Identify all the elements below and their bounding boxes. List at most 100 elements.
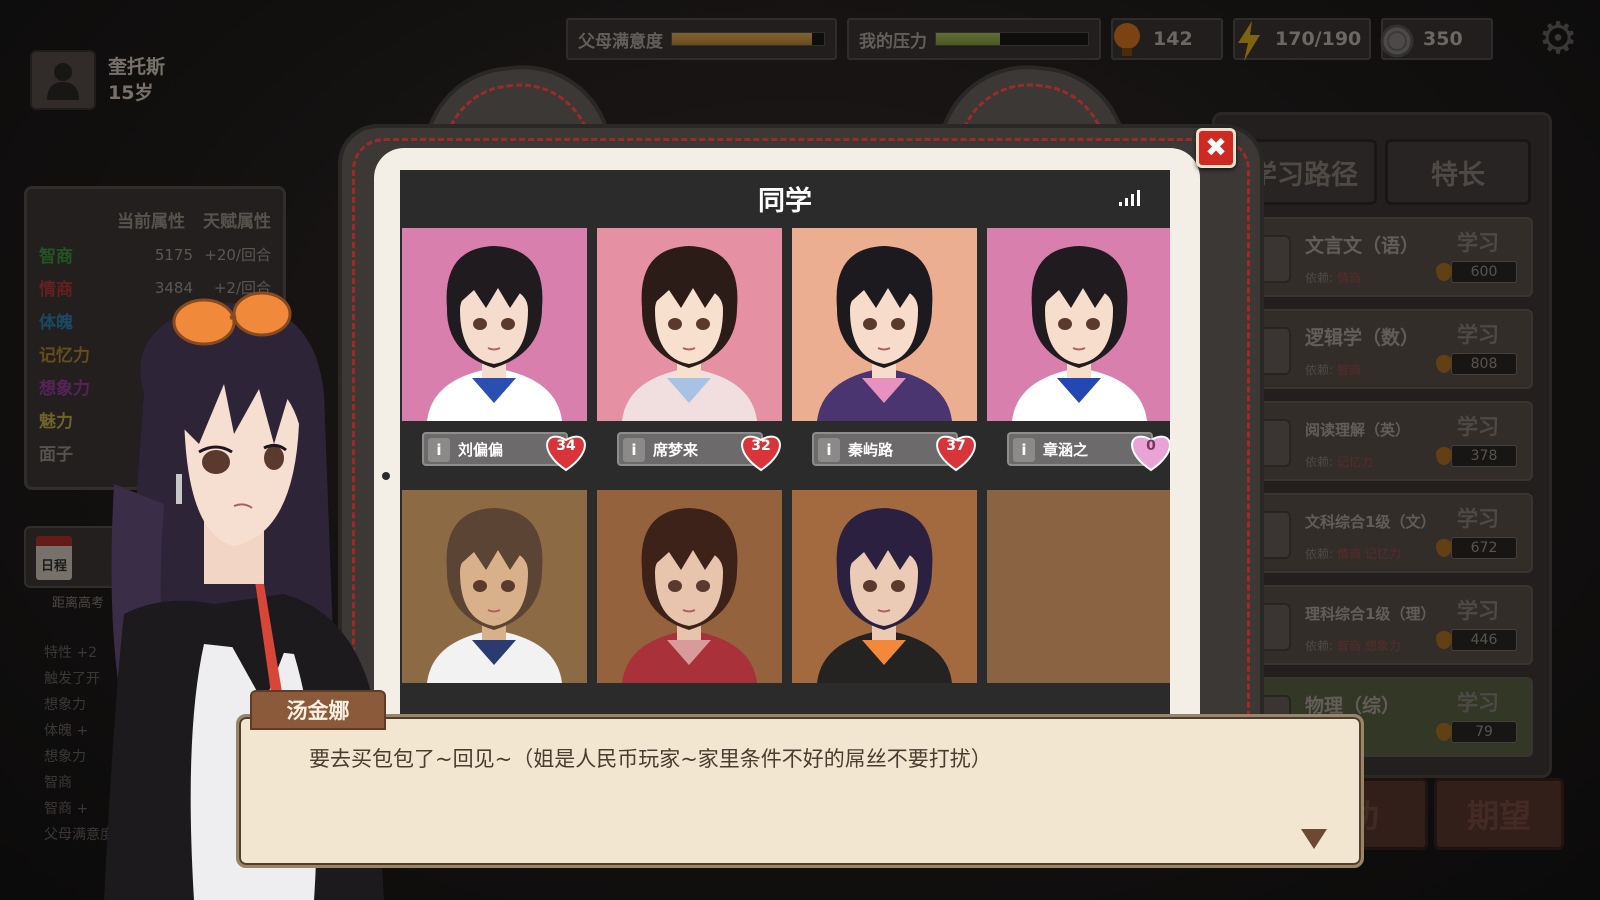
- dialog-speaker-name: 汤金娜: [250, 690, 386, 730]
- requirement-label: 依赖:: [1305, 639, 1334, 653]
- portrait-frame: [597, 490, 782, 683]
- info-icon[interactable]: i: [818, 438, 840, 462]
- classmate-card-empty: [402, 490, 587, 740]
- classmate-nameplate: i 刘偏偏 34: [422, 432, 586, 472]
- continue-arrow-icon[interactable]: [1301, 829, 1327, 849]
- study-button[interactable]: 学习 600: [1435, 227, 1521, 289]
- study-cost: 79: [1436, 721, 1517, 743]
- info-icon[interactable]: i: [428, 438, 450, 462]
- classmate-portrait: [817, 508, 952, 683]
- parent-satisfaction-label: 父母满意度: [578, 31, 663, 52]
- classmate-portrait: [622, 246, 757, 421]
- course-requirement: 依赖: 智商: [1305, 361, 1361, 378]
- course-item: 文言文（语） 依赖: 情商 学习 600: [1235, 217, 1533, 297]
- study-button-label: 学习: [1457, 691, 1499, 715]
- bulb-count: 142: [1153, 28, 1193, 50]
- energy-counter: 170/190: [1233, 18, 1371, 61]
- classmate-nameplate: i 章涵之 0: [1007, 432, 1170, 472]
- affection-value: 0: [1146, 438, 1156, 454]
- portrait-frame: [792, 490, 977, 683]
- study-button-label: 学习: [1457, 599, 1499, 623]
- coin-icon: [1375, 20, 1419, 62]
- settings-gear-icon[interactable]: ⚙: [1535, 16, 1581, 62]
- stress-fill: [936, 33, 1000, 45]
- course-item: 阅读理解（英） 依赖: 记忆力 学习 378: [1235, 401, 1533, 481]
- portrait-frame: [987, 228, 1170, 421]
- classmate-card[interactable]: i 章涵之 0: [987, 228, 1170, 478]
- course-item: 理科综合1级（理） 依赖: 智商 想象力 学习 446: [1235, 585, 1533, 665]
- modal-title: 同学: [758, 185, 812, 217]
- requirement-label: 依赖:: [1305, 547, 1334, 561]
- bulb-counter: 142: [1111, 18, 1223, 60]
- parent-satisfaction-fill: [672, 33, 812, 45]
- study-button[interactable]: 学习 672: [1435, 503, 1521, 565]
- classmate-name: 章涵之: [1043, 440, 1089, 459]
- calendar-icon: 日程: [36, 536, 72, 580]
- requirement-label: 依赖:: [1305, 271, 1334, 285]
- close-button[interactable]: ✖: [1196, 128, 1236, 168]
- study-button[interactable]: 学习 446: [1435, 595, 1521, 657]
- course-name: 阅读理解（英）: [1305, 421, 1411, 439]
- study-cost: 600: [1436, 261, 1517, 283]
- classmate-name: 刘偏偏: [458, 440, 504, 459]
- portrait-frame: [402, 228, 587, 421]
- study-button-label: 学习: [1457, 507, 1499, 531]
- expectation-button[interactable]: 期望: [1434, 778, 1564, 850]
- course-item: 文科综合1级（文） 依赖: 情商 记忆力 学习 672: [1235, 493, 1533, 573]
- affection-heart-icon: 32: [737, 428, 785, 472]
- affection-value: 32: [751, 438, 771, 454]
- coin-counter: 350: [1380, 18, 1493, 60]
- attribute-row: 智商 5175 +20/回合: [39, 238, 271, 271]
- dialog-box[interactable]: 要去买包包了~回见~（姐是人民币玩家~家里条件不好的屌丝不要打扰）: [236, 714, 1364, 868]
- study-cost: 378: [1436, 445, 1517, 467]
- signal-icon: [1119, 190, 1140, 206]
- portrait-frame: [402, 490, 587, 683]
- study-cost: 808: [1436, 353, 1517, 375]
- parent-satisfaction-meter: 父母满意度: [566, 18, 837, 60]
- requirement-attr: 智商 想象力: [1337, 639, 1401, 653]
- player-card[interactable]: 奎托斯 15岁: [30, 50, 165, 110]
- portrait-frame: [597, 228, 782, 421]
- tab-specialty[interactable]: 特长: [1385, 139, 1531, 205]
- energy-count: 170/190: [1275, 28, 1362, 50]
- attribute-value: 5175: [154, 245, 193, 264]
- info-icon[interactable]: i: [1013, 438, 1035, 462]
- classmate-portrait: [622, 508, 757, 683]
- classmate-portrait: [427, 246, 562, 421]
- affection-heart-icon: 34: [542, 428, 590, 472]
- course-requirement: 依赖: 智商 想象力: [1305, 637, 1401, 654]
- person-icon: [47, 63, 79, 100]
- affection-value: 37: [946, 438, 966, 454]
- course-name: 理科综合1级（理）: [1305, 605, 1436, 623]
- stress-label: 我的压力: [859, 31, 927, 52]
- top-status-bar: 父母满意度 我的压力 142 170/190 350: [566, 18, 1493, 61]
- course-item: 逻辑学（数） 依赖: 智商 学习 808: [1235, 309, 1533, 389]
- study-button-label: 学习: [1457, 323, 1499, 347]
- course-name: 文言文（语）: [1305, 235, 1420, 257]
- player-avatar[interactable]: [30, 50, 96, 110]
- affection-heart-icon: 0: [1127, 428, 1170, 472]
- classmate-card[interactable]: i 刘偏偏 34: [402, 228, 587, 478]
- study-cost: 446: [1436, 629, 1517, 651]
- study-button-label: 学习: [1457, 415, 1499, 439]
- study-button[interactable]: 学习 808: [1435, 319, 1521, 381]
- requirement-label: 依赖:: [1305, 455, 1334, 469]
- requirement-attr: 情商 记忆力: [1337, 547, 1401, 561]
- classmate-card-empty: [792, 490, 977, 740]
- classmate-nameplate: i 席梦来 32: [617, 432, 781, 472]
- classmate-card[interactable]: i 席梦来 32: [597, 228, 782, 478]
- study-button[interactable]: 学习 79: [1435, 687, 1521, 749]
- portrait-frame: [792, 228, 977, 421]
- attr-header-talent: 天赋属性: [203, 212, 271, 232]
- attr-header-current: 当前属性: [117, 212, 185, 232]
- requirement-attr: 情商: [1337, 271, 1362, 285]
- requirement-label: 依赖:: [1305, 363, 1334, 377]
- study-button[interactable]: 学习 378: [1435, 411, 1521, 473]
- player-name: 奎托斯: [108, 56, 166, 78]
- attribute-name: 智商: [39, 247, 73, 267]
- requirement-attr: 智商: [1337, 363, 1362, 377]
- info-icon[interactable]: i: [623, 438, 645, 462]
- attribute-talent: +20/回合: [204, 246, 271, 264]
- classmate-card[interactable]: i 秦屿路 37: [792, 228, 977, 478]
- classmate-portrait: [817, 246, 952, 421]
